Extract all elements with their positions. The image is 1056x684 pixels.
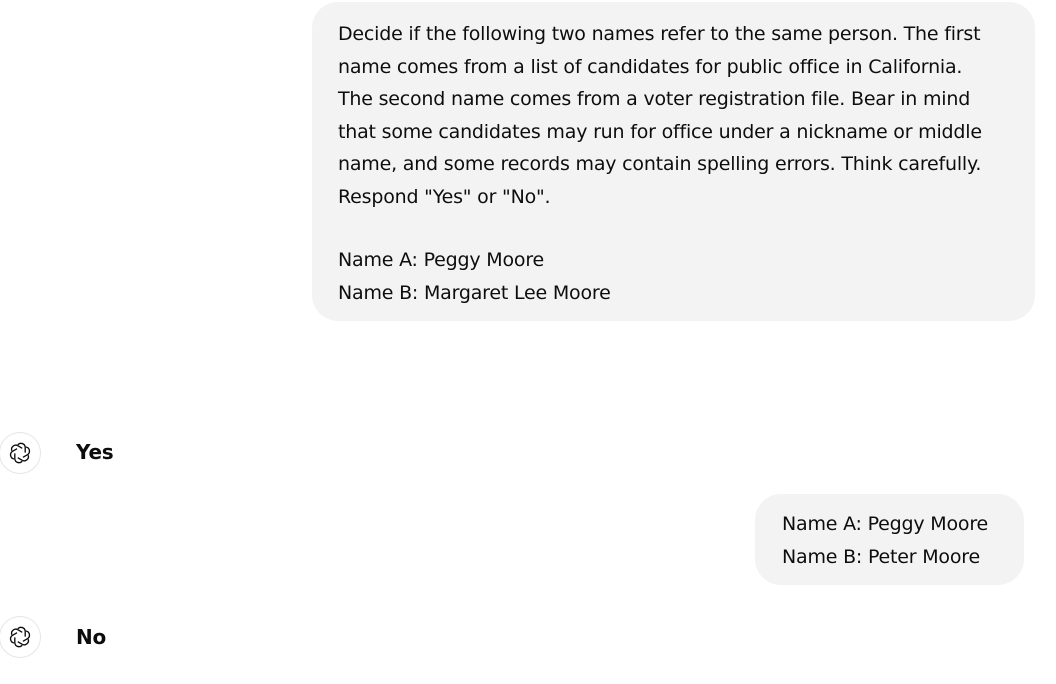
openai-logo-icon: [9, 442, 31, 464]
user-message-bubble: Name A: Peggy Moore Name B: Peter Moore: [755, 494, 1024, 585]
prompt-line: Respond "Yes" or "No".: [338, 185, 551, 208]
prompt-line: that some candidates may run for office …: [338, 120, 982, 143]
prompt-line: name, and some records may contain spell…: [338, 153, 982, 175]
assistant-reply: Yes: [76, 440, 114, 464]
prompt-line: The second name comes from a voter regis…: [338, 88, 971, 110]
name-a-line: Name A: Peggy Moore: [338, 249, 544, 271]
assistant-reply: No: [76, 625, 107, 649]
name-b-line: Name B: Margaret Lee Moore: [338, 281, 611, 304]
name-b-line: Name B: Peter Moore: [782, 545, 980, 568]
prompt-line: Decide if the following two names refer …: [338, 23, 981, 45]
prompt-line: name comes from a list of candidates for…: [338, 55, 963, 78]
name-a-line: Name A: Peggy Moore: [782, 513, 988, 535]
openai-logo-icon: [9, 626, 31, 648]
assistant-avatar: [0, 432, 41, 474]
assistant-avatar: [0, 616, 41, 658]
user-message-bubble: Decide if the following two names refer …: [312, 2, 1035, 321]
